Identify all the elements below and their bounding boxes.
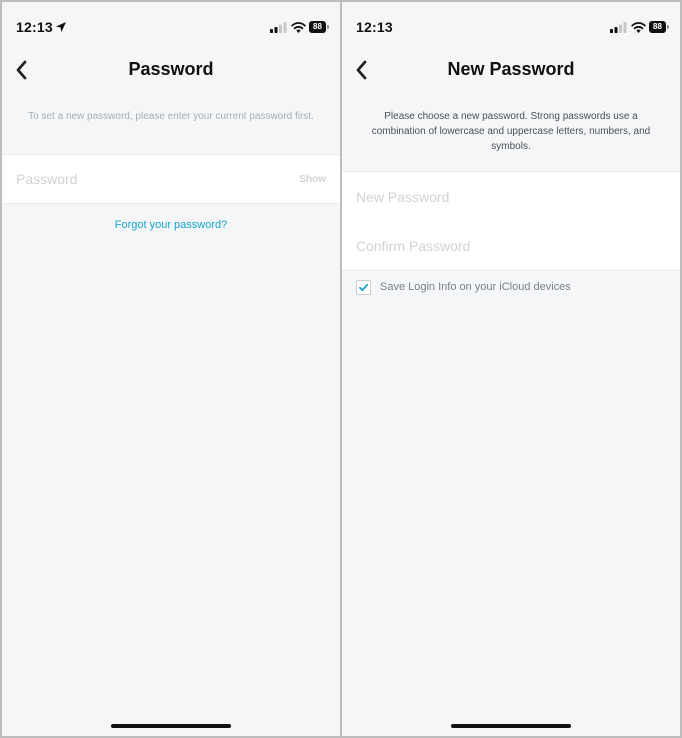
password-screen: 12:13 88 Password To set a new password,… bbox=[2, 2, 340, 736]
save-login-checkbox[interactable] bbox=[356, 279, 371, 295]
confirm-password-placeholder: Confirm Password bbox=[356, 237, 471, 254]
location-arrow-icon bbox=[56, 22, 66, 32]
home-indicator[interactable] bbox=[451, 724, 571, 728]
page-title: Password bbox=[128, 59, 214, 79]
forgot-password-link[interactable]: Forgot your password? bbox=[2, 219, 340, 231]
new-password-screen: 12:13 88 New Password Please choose a ne… bbox=[342, 2, 680, 736]
save-login-label: Save Login Info on your iCloud devices bbox=[380, 281, 571, 293]
battery-icon: 88 bbox=[309, 21, 329, 33]
wifi-icon bbox=[631, 22, 646, 33]
status-bar: 12:13 88 bbox=[2, 2, 340, 46]
save-login-row: Save Login Info on your iCloud devices bbox=[356, 279, 571, 295]
status-bar: 12:13 88 bbox=[342, 2, 680, 46]
show-password-button[interactable]: Show bbox=[299, 155, 326, 203]
battery-level: 88 bbox=[309, 21, 326, 33]
current-password-field[interactable]: Password Show bbox=[2, 154, 340, 204]
password-description: To set a new password, please enter your… bbox=[28, 111, 314, 122]
status-time: 12:13 bbox=[16, 19, 53, 35]
battery-icon: 88 bbox=[649, 21, 669, 33]
new-password-field[interactable]: New Password bbox=[342, 171, 680, 222]
home-indicator[interactable] bbox=[111, 724, 231, 728]
signal-icon bbox=[610, 22, 627, 33]
checkmark-icon bbox=[359, 283, 369, 291]
new-password-description: Please choose a new password. Strong pas… bbox=[371, 111, 651, 152]
new-password-placeholder: New Password bbox=[356, 188, 450, 205]
confirm-password-field[interactable]: Confirm Password bbox=[342, 221, 680, 271]
password-placeholder: Password bbox=[16, 171, 78, 187]
battery-level: 88 bbox=[649, 21, 666, 33]
page-title: New Password bbox=[447, 59, 575, 79]
wifi-icon bbox=[291, 22, 306, 33]
signal-icon bbox=[270, 22, 287, 33]
status-time: 12:13 bbox=[356, 19, 393, 35]
